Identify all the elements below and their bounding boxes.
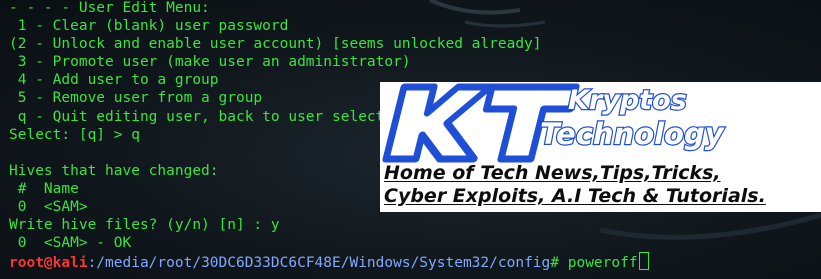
prompt-path: :/media/root/30DC6D33DC6CF48E/Windows/Sy…: [87, 255, 551, 272]
menu-option-clear-password: 1 - Clear (blank) user password: [9, 18, 289, 35]
shell-prompt-line[interactable]: root@kali:/media/root/30DC6D33DC6CF48E/W…: [9, 252, 649, 272]
menu-option-promote-user: 3 - Promote user (make user an administr…: [9, 54, 411, 71]
terminal-line: - - - - User Edit Menu:: [9, 0, 210, 16]
watermark-panel: Kryptos Technology Home of Tech News,Tip…: [380, 82, 821, 212]
write-hive-result: 0 <SAM> - OK: [9, 235, 132, 252]
menu-option-unlock-account: (2 - Unlock and enable user account) [se…: [9, 36, 542, 53]
prompt-user-host: root@kali: [9, 255, 88, 272]
tagline-line-1: Home of Tech News,Tips,Tricks,: [384, 162, 721, 184]
logo-word-kryptos: Kryptos: [568, 85, 687, 116]
write-hive-prompt: Write hive files? (y/n) [n] : y: [9, 217, 280, 234]
logo-k-shape: [382, 83, 494, 163]
prompt-symbol: #: [550, 255, 568, 272]
text-cursor: [638, 252, 649, 271]
terminal-window[interactable]: - - - - User Edit Menu: 1 - Clear (blank…: [0, 0, 821, 279]
tagline-line-2: Cyber Exploits, A.I Tech & Tutorials.: [384, 185, 766, 207]
logo-word-technology: Technology: [540, 117, 725, 151]
command-input[interactable]: poweroff: [568, 255, 638, 271]
